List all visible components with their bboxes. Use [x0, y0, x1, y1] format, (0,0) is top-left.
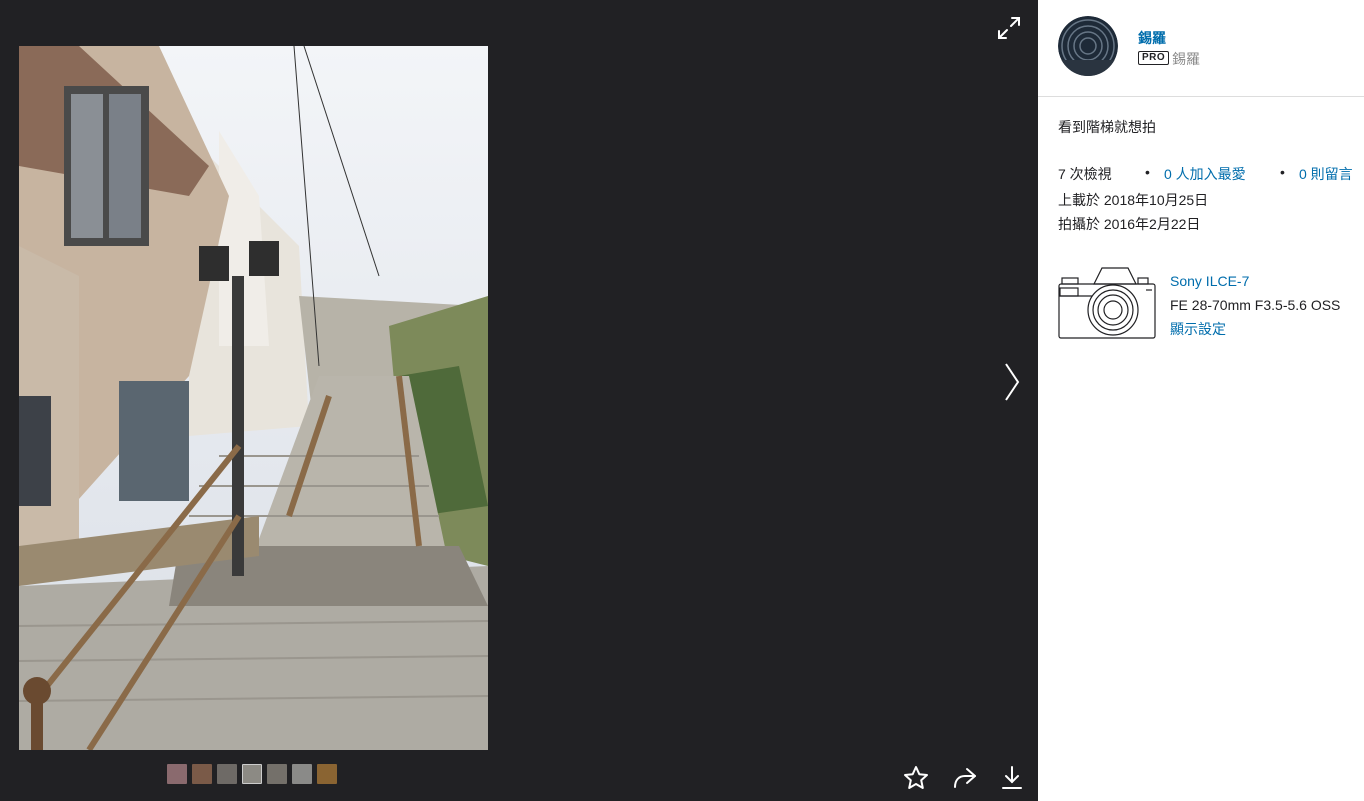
camera-model-link[interactable]: Sony ILCE-7	[1170, 269, 1340, 293]
upload-date: 上載於 2018年10月25日	[1058, 192, 1209, 208]
pro-badge: PRO	[1138, 51, 1170, 65]
photo-description: 看到階梯就想拍	[1058, 119, 1156, 135]
filmstrip-thumbnail-current[interactable]	[242, 764, 262, 784]
avatar[interactable]	[1058, 16, 1118, 76]
camera-info: Sony ILCE-7 FE 28-70mm F3.5-5.6 OSS 顯示設定	[1170, 269, 1340, 341]
camera-lens: FE 28-70mm F3.5-5.6 OSS	[1170, 297, 1341, 313]
expand-icon[interactable]	[995, 14, 1023, 42]
photo-actions	[902, 764, 1046, 792]
comments-count-link[interactable]: 0 則留言	[1299, 164, 1353, 184]
download-icon[interactable]	[998, 764, 1026, 792]
filmstrip-thumbnail[interactable]	[267, 764, 287, 784]
photo-stats: 7 次檢視 • 0 人加入最愛 • 0 則留言	[1058, 164, 1358, 182]
share-icon[interactable]	[950, 764, 978, 792]
staircase-photo-image	[19, 46, 488, 750]
photo-viewer	[0, 0, 1038, 801]
filmstrip-thumbnail[interactable]	[217, 764, 237, 784]
stats-separator: •	[1280, 164, 1285, 180]
chevron-right-icon[interactable]	[998, 360, 1024, 404]
taken-date: 拍攝於 2016年2月22日	[1058, 216, 1201, 232]
owner-name-link[interactable]: 錫羅	[1138, 28, 1166, 48]
owner-real-name: 錫羅	[1172, 51, 1200, 67]
filmstrip	[167, 764, 337, 784]
camera-icon	[1058, 266, 1156, 340]
filmstrip-thumbnail[interactable]	[292, 764, 312, 784]
stats-separator: •	[1145, 164, 1150, 180]
photo-dates: 上載於 2018年10月25日 拍攝於 2016年2月22日	[1058, 188, 1208, 236]
faves-count-link[interactable]: 0 人加入最愛	[1164, 164, 1246, 184]
filmstrip-thumbnail[interactable]	[167, 764, 187, 784]
views-count: 7 次檢視	[1058, 166, 1112, 182]
main-photo[interactable]	[19, 46, 488, 750]
owner-header: 錫羅 PRO 錫羅	[1038, 0, 1364, 97]
star-icon[interactable]	[902, 764, 930, 792]
show-settings-link[interactable]: 顯示設定	[1170, 317, 1340, 341]
photo-info-panel: 錫羅 PRO 錫羅 看到階梯就想拍 7 次檢視 • 0 人加入最愛 • 0 則留…	[1038, 0, 1364, 801]
filmstrip-thumbnail[interactable]	[317, 764, 337, 784]
filmstrip-thumbnail[interactable]	[192, 764, 212, 784]
